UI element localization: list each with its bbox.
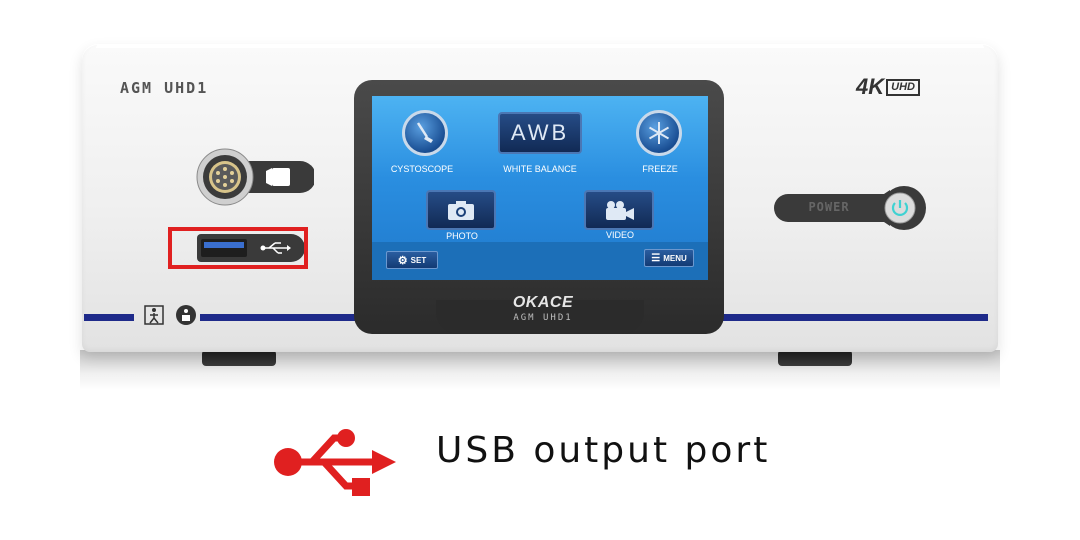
gear-icon: ⚙	[397, 254, 408, 267]
resolution-badge-4k: 4K	[856, 74, 885, 99]
usb-icon	[274, 429, 396, 496]
set-label: SET	[410, 255, 427, 265]
cystoscope-button[interactable]	[402, 110, 448, 156]
photo-button[interactable]	[426, 190, 496, 230]
white-balance-label: WHITE BALANCE	[503, 164, 577, 174]
white-balance-text: AWB	[510, 120, 570, 145]
video-button[interactable]	[584, 190, 654, 230]
brand-model: AGM UHD1	[513, 313, 573, 323]
white-balance-button[interactable]: AWB	[498, 112, 582, 154]
device-top-edge	[96, 44, 984, 48]
resolution-badge-uhd: UHD	[886, 78, 920, 96]
menu-label: MENU	[663, 253, 687, 263]
freeze-button[interactable]	[636, 110, 682, 156]
power-button[interactable]	[884, 192, 916, 224]
freeze-label: FREEZE	[642, 164, 678, 174]
manual-symbol-icon	[176, 305, 196, 325]
endoscope-connector[interactable]	[196, 147, 314, 207]
hamburger-icon: ☰	[651, 252, 661, 264]
type-bf-symbol-icon	[144, 305, 164, 325]
menu-button[interactable]: ☰ MENU	[644, 249, 694, 267]
photo-label: PHOTO	[446, 231, 478, 241]
brand-logo: OKACE	[512, 294, 574, 311]
camera-icon	[448, 201, 474, 220]
device-foot-right	[778, 350, 852, 366]
usb-port-highlight	[168, 227, 308, 269]
accent-stripe-left-a	[84, 314, 134, 321]
video-camera-icon	[606, 201, 634, 220]
snowflake-icon	[648, 122, 670, 144]
video-label: VIDEO	[605, 230, 634, 240]
set-button[interactable]: ⚙ SET	[386, 251, 438, 269]
camera-port-icon	[272, 168, 290, 186]
resolution-badge: 4K UHD	[856, 74, 920, 100]
device-foot-left	[202, 350, 276, 366]
model-label: AGM UHD1	[120, 79, 209, 97]
cystoscope-icon	[416, 122, 433, 143]
power-label: POWER	[808, 200, 850, 214]
touch-screen: CYSTOSCOPE AWB WHITE BALANCE FREEZE PHOT…	[372, 96, 708, 280]
cystoscope-label: CYSTOSCOPE	[390, 164, 454, 174]
caption-text: USB output port	[436, 430, 771, 471]
